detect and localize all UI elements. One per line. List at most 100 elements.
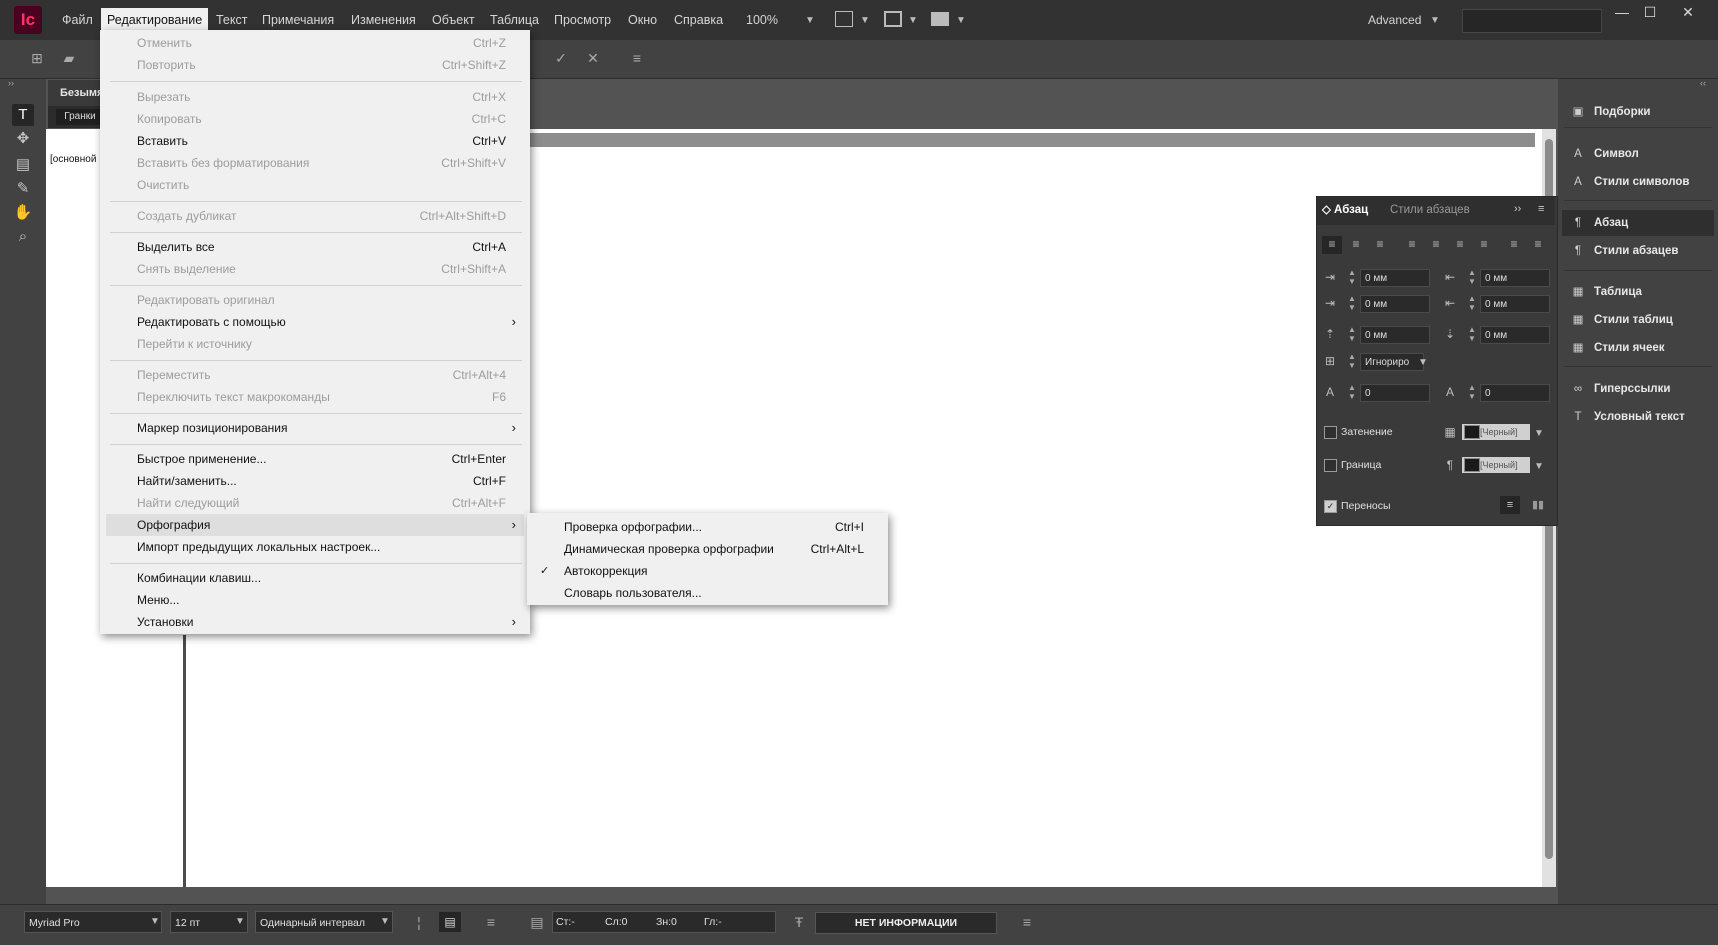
eyedropper-icon[interactable]: ✎ bbox=[12, 178, 34, 200]
arrange-chevron-icon[interactable]: ▼ bbox=[956, 15, 966, 26]
collapse-dock-icon[interactable]: ‹‹ bbox=[1700, 78, 1706, 88]
first-line-indent-input[interactable]: 0 мм bbox=[1360, 295, 1430, 313]
justify-left-icon[interactable]: ≡ bbox=[1404, 237, 1420, 251]
minimize-icon[interactable]: — bbox=[1610, 4, 1634, 20]
space-after-stepper[interactable]: ▲ ▼ bbox=[1466, 325, 1478, 343]
galley-view-tab[interactable]: Гранки bbox=[56, 109, 104, 125]
font-size-chevron-icon[interactable]: ▼ bbox=[235, 916, 245, 927]
justify-right-icon[interactable]: ≡ bbox=[1452, 237, 1468, 251]
panel-assignments[interactable]: ▣ Подборки bbox=[1568, 99, 1651, 125]
view-options-chevron-icon[interactable]: ▼ bbox=[908, 15, 918, 26]
dropcap-lines-input[interactable]: 0 bbox=[1360, 384, 1430, 402]
menu-move[interactable]: Переместить Ctrl+Alt+4 bbox=[100, 364, 530, 386]
menu-keyboard-shortcuts[interactable]: Комбинации клавиш... bbox=[100, 567, 530, 589]
right-indent-stepper[interactable]: ▲ ▼ bbox=[1466, 268, 1478, 286]
note-tool-icon[interactable]: ▤ bbox=[12, 154, 34, 176]
panel-character[interactable]: A Символ bbox=[1568, 141, 1639, 167]
page-info-icon[interactable]: ▤ bbox=[528, 913, 546, 931]
menu-view[interactable]: Просмотр bbox=[548, 0, 617, 40]
menu-help[interactable]: Справка bbox=[668, 0, 729, 40]
shading-settings-icon[interactable]: ▦ bbox=[1442, 425, 1458, 439]
border-checkbox[interactable] bbox=[1324, 459, 1337, 472]
align-toward-spine-icon[interactable]: ≡ bbox=[1506, 237, 1522, 251]
open-folder-icon[interactable]: ▰ bbox=[60, 49, 78, 67]
shading-checkbox[interactable] bbox=[1324, 426, 1337, 439]
expand-panel-icon[interactable]: ›› bbox=[1514, 203, 1521, 215]
space-after-input[interactable]: 0 мм bbox=[1480, 326, 1550, 344]
menu-edit[interactable]: Редактирование bbox=[101, 8, 209, 32]
view-options-icon[interactable] bbox=[884, 11, 902, 27]
right-indent-input[interactable]: 0 мм bbox=[1480, 269, 1550, 287]
justify-center-icon[interactable]: ≡ bbox=[1428, 237, 1444, 251]
leading-chevron-icon[interactable]: ▼ bbox=[380, 916, 390, 927]
menu-edit-original[interactable]: Редактировать оригинал bbox=[100, 289, 530, 311]
dropcap-lines-stepper[interactable]: ▲ ▼ bbox=[1346, 383, 1358, 401]
panel-table-styles[interactable]: ▦ Стили таблиц bbox=[1568, 307, 1673, 333]
align-right-icon[interactable]: ≡ bbox=[1372, 237, 1388, 251]
left-indent-input[interactable]: 0 мм bbox=[1360, 269, 1430, 287]
border-chevron-icon[interactable]: ▼ bbox=[1534, 461, 1544, 472]
search-input[interactable] bbox=[1462, 9, 1602, 33]
menu-go-to-source[interactable]: Перейти к источнику bbox=[100, 333, 530, 355]
menu-dynamic-spelling[interactable]: Динамическая проверка орфографии Ctrl+Alt… bbox=[527, 538, 888, 560]
dropcap-chars-input[interactable]: 0 bbox=[1480, 384, 1550, 402]
align-toggle-icon[interactable]: ≡ bbox=[482, 913, 500, 931]
text-ruler-icon[interactable]: Ŧ bbox=[790, 913, 808, 931]
zoom-tool-icon[interactable]: ⌕ bbox=[12, 226, 34, 248]
arrange-documents-icon[interactable] bbox=[931, 12, 949, 26]
panel-table[interactable]: ▦ Таблица bbox=[1568, 279, 1642, 305]
menu-find-next[interactable]: Найти следующий Ctrl+Alt+F bbox=[100, 492, 530, 514]
menu-paste-plain[interactable]: Вставить без форматирования Ctrl+Shift+V bbox=[100, 152, 530, 174]
panel-character-styles[interactable]: A Стили символов bbox=[1568, 169, 1689, 195]
type-tool-icon[interactable]: T bbox=[12, 104, 34, 126]
menu-copy[interactable]: Копировать Ctrl+C bbox=[100, 108, 530, 130]
tab-paragraph-styles[interactable]: Стили абзацев bbox=[1390, 196, 1470, 224]
align-to-grid-stepper[interactable]: ▲ ▼ bbox=[1346, 352, 1358, 370]
workspace-chevron-icon[interactable]: ▼ bbox=[1430, 15, 1440, 26]
panel-cell-styles[interactable]: ▦ Стили ячеек bbox=[1568, 335, 1665, 361]
menu-duplicate[interactable]: Создать дубликат Ctrl+Alt+Shift+D bbox=[100, 205, 530, 227]
space-before-input[interactable]: 0 мм bbox=[1360, 326, 1430, 344]
left-indent-stepper[interactable]: ▲ ▼ bbox=[1346, 268, 1358, 286]
leading-select[interactable]: Одинарный интервал bbox=[255, 911, 393, 933]
menu-redo[interactable]: Повторить Ctrl+Shift+Z bbox=[100, 54, 530, 76]
menu-toggle-macro[interactable]: Переключить текст макрокоманды F6 bbox=[100, 386, 530, 408]
last-line-indent-input[interactable]: 0 мм bbox=[1480, 295, 1550, 313]
hyphenation-checkbox[interactable]: ✓ bbox=[1324, 500, 1337, 513]
menu-window[interactable]: Окно bbox=[622, 0, 663, 40]
font-family-select[interactable]: Myriad Pro bbox=[24, 911, 162, 933]
zoom-chevron-icon[interactable]: ▼ bbox=[805, 15, 815, 26]
close-icon[interactable]: ✕ bbox=[1676, 4, 1700, 21]
maximize-icon[interactable]: ☐ bbox=[1638, 4, 1662, 21]
menu-undo[interactable]: Отменить Ctrl+Z bbox=[100, 32, 530, 54]
first-line-indent-stepper[interactable]: ▲ ▼ bbox=[1346, 294, 1358, 312]
menu-find-replace[interactable]: Найти/заменить... Ctrl+F bbox=[100, 470, 530, 492]
span-columns-icon[interactable]: ▮▮ bbox=[1528, 496, 1548, 514]
align-grid-chevron-icon[interactable]: ▼ bbox=[1418, 357, 1428, 368]
menu-preferences[interactable]: Установки › bbox=[100, 611, 530, 633]
dropcap-chars-stepper[interactable]: ▲ ▼ bbox=[1466, 383, 1478, 401]
workspace-switcher[interactable]: Advanced bbox=[1368, 0, 1421, 40]
menu-paste[interactable]: Вставить Ctrl+V bbox=[100, 130, 530, 152]
menu-edit-with[interactable]: Редактировать с помощью › bbox=[100, 311, 530, 333]
position-tool-icon[interactable]: ✥ bbox=[12, 128, 34, 150]
align-away-spine-icon[interactable]: ≡ bbox=[1530, 237, 1546, 251]
screen-mode-icon[interactable] bbox=[835, 11, 853, 27]
space-before-stepper[interactable]: ▲ ▼ bbox=[1346, 325, 1358, 343]
panel-hyperlinks[interactable]: ∞ Гиперссылки bbox=[1568, 376, 1671, 402]
menu-select-all[interactable]: Выделить все Ctrl+A bbox=[100, 236, 530, 258]
screen-mode-chevron-icon[interactable]: ▼ bbox=[860, 15, 870, 26]
font-family-chevron-icon[interactable]: ▼ bbox=[150, 916, 160, 927]
story-view-icon[interactable]: ▤ bbox=[439, 912, 461, 932]
line-numbers-icon[interactable]: ¦ bbox=[410, 913, 428, 931]
menu-import-settings[interactable]: Импорт предыдущих локальных настроек... bbox=[100, 536, 530, 558]
menu-menus[interactable]: Меню... bbox=[100, 589, 530, 611]
tab-paragraph[interactable]: ◇ Абзац bbox=[1322, 196, 1368, 224]
status-menu-icon[interactable]: ≡ bbox=[1018, 913, 1036, 931]
menu-cut[interactable]: Вырезать Ctrl+X bbox=[100, 86, 530, 108]
shading-chevron-icon[interactable]: ▼ bbox=[1534, 428, 1544, 439]
last-line-indent-stepper[interactable]: ▲ ▼ bbox=[1466, 294, 1478, 312]
expand-tools-icon[interactable]: ›› bbox=[8, 78, 14, 88]
justify-all-icon[interactable]: ≡ bbox=[1476, 237, 1492, 251]
panel-paragraph-styles[interactable]: ¶ Стили абзацев bbox=[1568, 238, 1679, 264]
